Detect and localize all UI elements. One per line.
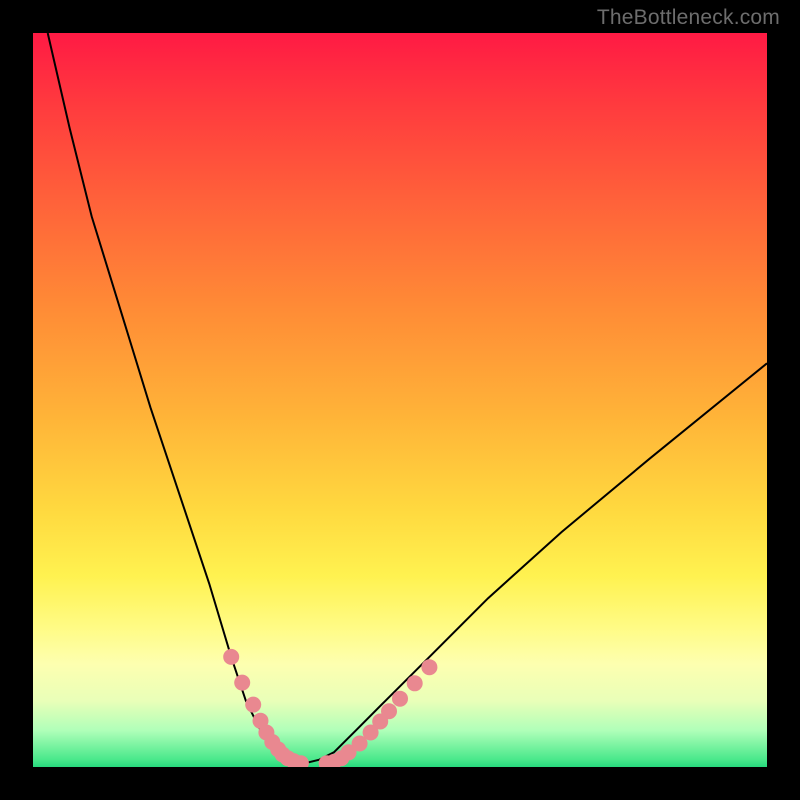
highlight-dot — [392, 691, 408, 707]
bottleneck-curve — [48, 33, 767, 763]
chart-frame: TheBottleneck.com — [0, 0, 800, 800]
watermark-text: TheBottleneck.com — [597, 6, 780, 30]
plot-area — [33, 33, 767, 767]
highlight-dot — [381, 703, 397, 719]
highlight-dots — [223, 649, 437, 767]
highlight-dot — [245, 697, 261, 713]
curve-svg — [33, 33, 767, 767]
highlight-dot — [234, 675, 250, 691]
highlight-dot — [407, 675, 423, 691]
highlight-dot — [223, 649, 239, 665]
highlight-dot — [421, 659, 437, 675]
